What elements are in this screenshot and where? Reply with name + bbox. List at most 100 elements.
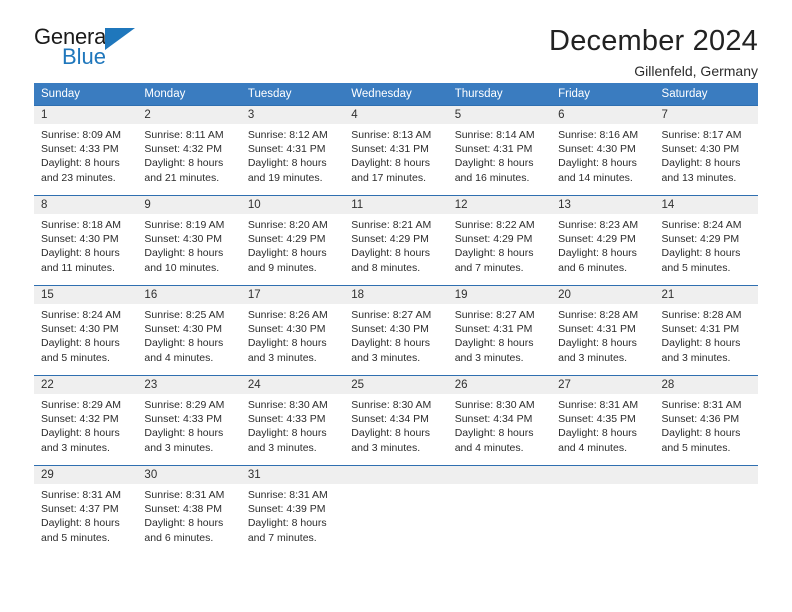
sunset-time: Sunset: 4:31 PM bbox=[454, 323, 533, 336]
day-details: Sunrise: 8:30 AM Sunset: 4:34 PM Daylight:… bbox=[344, 394, 447, 455]
daylight-duration-line2: and 6 minutes. bbox=[558, 261, 627, 274]
calendar-day-cell-empty bbox=[654, 465, 758, 556]
day-details: Sunrise: 8:31 AM Sunset: 4:37 PM Daylight:… bbox=[34, 484, 137, 545]
daylight-duration-line1: Daylight: 8 hours bbox=[351, 337, 431, 350]
calendar-day-cell[interactable]: 1 Sunrise: 8:09 AM Sunset: 4:33 PM Daylight… bbox=[34, 105, 138, 196]
day-details bbox=[655, 484, 758, 488]
calendar-page: General Blue December 2024 Gillenfeld, G… bbox=[0, 0, 792, 612]
daylight-duration-line1: Daylight: 8 hours bbox=[247, 427, 327, 440]
day-number: 17 bbox=[240, 286, 345, 304]
calendar-day-cell[interactable]: 15 Sunrise: 8:24 AM Sunset: 4:30 PM Dayligh… bbox=[34, 285, 138, 376]
day-details: Sunrise: 8:21 AM Sunset: 4:29 PM Daylight:… bbox=[344, 214, 447, 275]
day-number: 4 bbox=[344, 106, 448, 124]
day-details: Sunrise: 8:17 AM Sunset: 4:30 PM Daylight:… bbox=[655, 124, 758, 185]
calendar-day-cell[interactable]: 27 Sunrise: 8:31 AM Sunset: 4:35 PM Dayligh… bbox=[551, 375, 655, 466]
sunrise-time: Sunrise: 8:30 AM bbox=[351, 399, 432, 411]
day-number: 5 bbox=[447, 106, 552, 124]
daylight-duration-line1: Daylight: 8 hours bbox=[558, 337, 637, 350]
calendar-day-cell[interactable]: 11 Sunrise: 8:21 AM Sunset: 4:29 PM Dayligh… bbox=[344, 195, 448, 286]
calendar-day-cell[interactable]: 2 Sunrise: 8:11 AM Sunset: 4:32 PM Daylight… bbox=[137, 105, 241, 196]
daylight-duration-line1: Daylight: 8 hours bbox=[351, 247, 431, 260]
calendar-day-cell[interactable]: 19 Sunrise: 8:27 AM Sunset: 4:31 PM Dayligh… bbox=[447, 285, 552, 376]
day-details: Sunrise: 8:27 AM Sunset: 4:30 PM Daylight:… bbox=[344, 304, 447, 365]
calendar-day-cell[interactable]: 8 Sunrise: 8:18 AM Sunset: 4:30 PM Daylight… bbox=[34, 195, 138, 286]
location-subtitle: Gillenfeld, Germany bbox=[634, 63, 758, 80]
calendar-day-cell[interactable]: 25 Sunrise: 8:30 AM Sunset: 4:34 PM Dayligh… bbox=[344, 375, 448, 466]
calendar-day-cell[interactable]: 30 Sunrise: 8:31 AM Sunset: 4:38 PM Dayligh… bbox=[137, 465, 241, 556]
calendar-day-cell[interactable]: 12 Sunrise: 8:22 AM Sunset: 4:29 PM Dayligh… bbox=[447, 195, 552, 286]
calendar-day-cell[interactable]: 23 Sunrise: 8:29 AM Sunset: 4:33 PM Dayligh… bbox=[137, 375, 241, 466]
calendar-day-cell[interactable]: 16 Sunrise: 8:25 AM Sunset: 4:30 PM Dayligh… bbox=[137, 285, 241, 376]
day-number: 20 bbox=[551, 286, 655, 304]
calendar-day-cell[interactable]: 10 Sunrise: 8:20 AM Sunset: 4:29 PM Dayligh… bbox=[240, 195, 345, 286]
day-number: 28 bbox=[654, 376, 758, 394]
sunrise-time: Sunrise: 8:26 AM bbox=[247, 309, 328, 321]
daylight-duration-line2: and 3 minutes. bbox=[661, 351, 731, 364]
day-number: 9 bbox=[137, 196, 241, 214]
daylight-duration-line1: Daylight: 8 hours bbox=[558, 427, 637, 440]
page-title: December 2024 bbox=[549, 25, 758, 57]
calendar-day-cell[interactable]: 28 Sunrise: 8:31 AM Sunset: 4:36 PM Dayligh… bbox=[654, 375, 758, 466]
sunset-time: Sunset: 4:29 PM bbox=[351, 233, 429, 246]
sunrise-time: Sunrise: 8:17 AM bbox=[661, 129, 742, 141]
daylight-duration-line1: Daylight: 8 hours bbox=[144, 337, 224, 350]
daylight-duration-line1: Daylight: 8 hours bbox=[41, 157, 120, 170]
calendar-day-cell[interactable]: 29 Sunrise: 8:31 AM Sunset: 4:37 PM Dayligh… bbox=[34, 465, 138, 556]
calendar-day-cell[interactable]: 26 Sunrise: 8:30 AM Sunset: 4:34 PM Dayligh… bbox=[447, 375, 552, 466]
calendar-day-cell[interactable]: 17 Sunrise: 8:26 AM Sunset: 4:30 PM Dayligh… bbox=[240, 285, 345, 376]
day-details: Sunrise: 8:19 AM Sunset: 4:30 PM Daylight:… bbox=[137, 214, 240, 275]
day-details: Sunrise: 8:24 AM Sunset: 4:29 PM Daylight:… bbox=[655, 214, 758, 275]
day-number: 21 bbox=[654, 286, 758, 304]
sunrise-time: Sunrise: 8:21 AM bbox=[351, 219, 432, 231]
day-number: 2 bbox=[137, 106, 241, 124]
calendar-day-cell[interactable]: 4 Sunrise: 8:13 AM Sunset: 4:31 PM Daylight… bbox=[344, 105, 448, 196]
calendar-day-cell[interactable]: 18 Sunrise: 8:27 AM Sunset: 4:30 PM Dayligh… bbox=[344, 285, 448, 376]
calendar-day-cell[interactable]: 13 Sunrise: 8:23 AM Sunset: 4:29 PM Dayligh… bbox=[551, 195, 655, 286]
calendar-day-cell[interactable]: 6 Sunrise: 8:16 AM Sunset: 4:30 PM Daylight… bbox=[551, 105, 655, 196]
daylight-duration-line1: Daylight: 8 hours bbox=[41, 427, 120, 440]
sunset-time: Sunset: 4:29 PM bbox=[454, 233, 533, 246]
sunset-time: Sunset: 4:34 PM bbox=[351, 413, 429, 426]
calendar-week-row: 22 Sunrise: 8:29 AM Sunset: 4:32 PM Dayligh… bbox=[34, 375, 758, 466]
calendar-day-cell-empty bbox=[447, 465, 552, 556]
sunset-time: Sunset: 4:33 PM bbox=[144, 413, 223, 426]
sunrise-time: Sunrise: 8:31 AM bbox=[661, 399, 742, 411]
title-block: December 2024 Gillenfeld, Germany bbox=[549, 25, 758, 80]
sunrise-time: Sunrise: 8:31 AM bbox=[558, 399, 639, 411]
daylight-duration-line1: Daylight: 8 hours bbox=[144, 157, 224, 170]
calendar-day-cell[interactable]: 9 Sunrise: 8:19 AM Sunset: 4:30 PM Daylight… bbox=[137, 195, 241, 286]
day-number: 22 bbox=[34, 376, 138, 394]
calendar-day-cell[interactable]: 31 Sunrise: 8:31 AM Sunset: 4:39 PM Dayligh… bbox=[240, 465, 345, 556]
sunrise-time: Sunrise: 8:19 AM bbox=[144, 219, 225, 231]
sunrise-time: Sunrise: 8:13 AM bbox=[351, 129, 432, 141]
daylight-duration-line1: Daylight: 8 hours bbox=[454, 427, 534, 440]
calendar-day-cell[interactable]: 5 Sunrise: 8:14 AM Sunset: 4:31 PM Daylight… bbox=[447, 105, 552, 196]
daylight-duration-line1: Daylight: 8 hours bbox=[41, 247, 120, 260]
sunset-time: Sunset: 4:37 PM bbox=[41, 503, 119, 516]
sunrise-time: Sunrise: 8:18 AM bbox=[41, 219, 121, 231]
weekday-header-row: Sunday Monday Tuesday Wednesday Thursday… bbox=[34, 83, 758, 106]
calendar-day-cell[interactable]: 7 Sunrise: 8:17 AM Sunset: 4:30 PM Daylight… bbox=[654, 105, 758, 196]
day-number: 15 bbox=[34, 286, 138, 304]
day-details: Sunrise: 8:12 AM Sunset: 4:31 PM Daylight:… bbox=[241, 124, 344, 185]
day-number: 27 bbox=[551, 376, 655, 394]
calendar-week-row: 29 Sunrise: 8:31 AM Sunset: 4:37 PM Dayligh… bbox=[34, 465, 758, 556]
sunrise-time: Sunrise: 8:24 AM bbox=[41, 309, 121, 321]
sunrise-time: Sunrise: 8:28 AM bbox=[558, 309, 639, 321]
sunset-time: Sunset: 4:29 PM bbox=[247, 233, 326, 246]
calendar-day-cell[interactable]: 22 Sunrise: 8:29 AM Sunset: 4:32 PM Dayligh… bbox=[34, 375, 138, 466]
sunset-time: Sunset: 4:38 PM bbox=[144, 503, 223, 516]
daylight-duration-line2: and 3 minutes. bbox=[247, 351, 317, 364]
daylight-duration-line1: Daylight: 8 hours bbox=[247, 157, 327, 170]
calendar-week-row: 1 Sunrise: 8:09 AM Sunset: 4:33 PM Daylight… bbox=[34, 105, 758, 196]
day-details: Sunrise: 8:18 AM Sunset: 4:30 PM Daylight:… bbox=[34, 214, 137, 275]
calendar-day-cell[interactable]: 20 Sunrise: 8:28 AM Sunset: 4:31 PM Dayligh… bbox=[551, 285, 655, 376]
daylight-duration-line1: Daylight: 8 hours bbox=[41, 517, 120, 530]
general-blue-logo[interactable]: General Blue bbox=[34, 26, 142, 74]
calendar-day-cell[interactable]: 21 Sunrise: 8:28 AM Sunset: 4:31 PM Dayligh… bbox=[654, 285, 758, 376]
calendar-day-cell[interactable]: 3 Sunrise: 8:12 AM Sunset: 4:31 PM Daylight… bbox=[240, 105, 345, 196]
calendar-day-cell[interactable]: 24 Sunrise: 8:30 AM Sunset: 4:33 PM Dayligh… bbox=[240, 375, 345, 466]
calendar-day-cell[interactable]: 14 Sunrise: 8:24 AM Sunset: 4:29 PM Dayligh… bbox=[654, 195, 758, 286]
sunset-time: Sunset: 4:33 PM bbox=[41, 143, 119, 156]
day-number: 30 bbox=[137, 466, 241, 484]
